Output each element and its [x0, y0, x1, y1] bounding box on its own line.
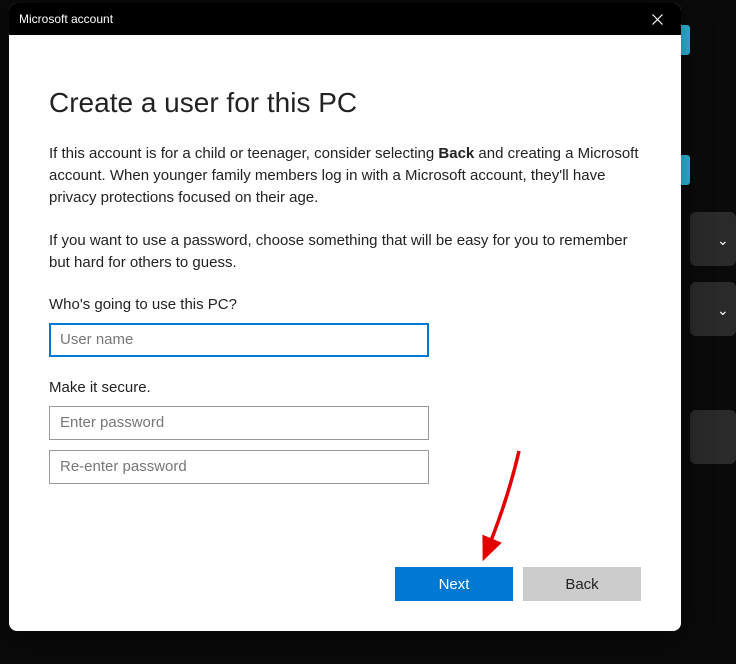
close-icon[interactable]	[639, 5, 675, 33]
password-field[interactable]	[49, 406, 429, 440]
titlebar: Microsoft account	[9, 3, 681, 35]
page-title: Create a user for this PC	[49, 87, 641, 119]
chevron-down-icon: ⌄	[717, 302, 729, 319]
password-confirm-field[interactable]	[49, 450, 429, 484]
window-title: Microsoft account	[19, 12, 113, 26]
next-button[interactable]: Next	[395, 567, 513, 601]
username-field[interactable]	[49, 323, 429, 357]
chevron-down-icon: ⌄	[717, 232, 729, 249]
password-section-label: Make it secure.	[49, 379, 641, 396]
back-button[interactable]: Back	[523, 567, 641, 601]
username-label: Who's going to use this PC?	[49, 296, 641, 313]
intro-paragraph-1: If this account is for a child or teenag…	[49, 143, 641, 208]
microsoft-account-dialog: Microsoft account Create a user for this…	[9, 3, 681, 631]
intro-paragraph-2: If you want to use a password, choose so…	[49, 230, 641, 274]
